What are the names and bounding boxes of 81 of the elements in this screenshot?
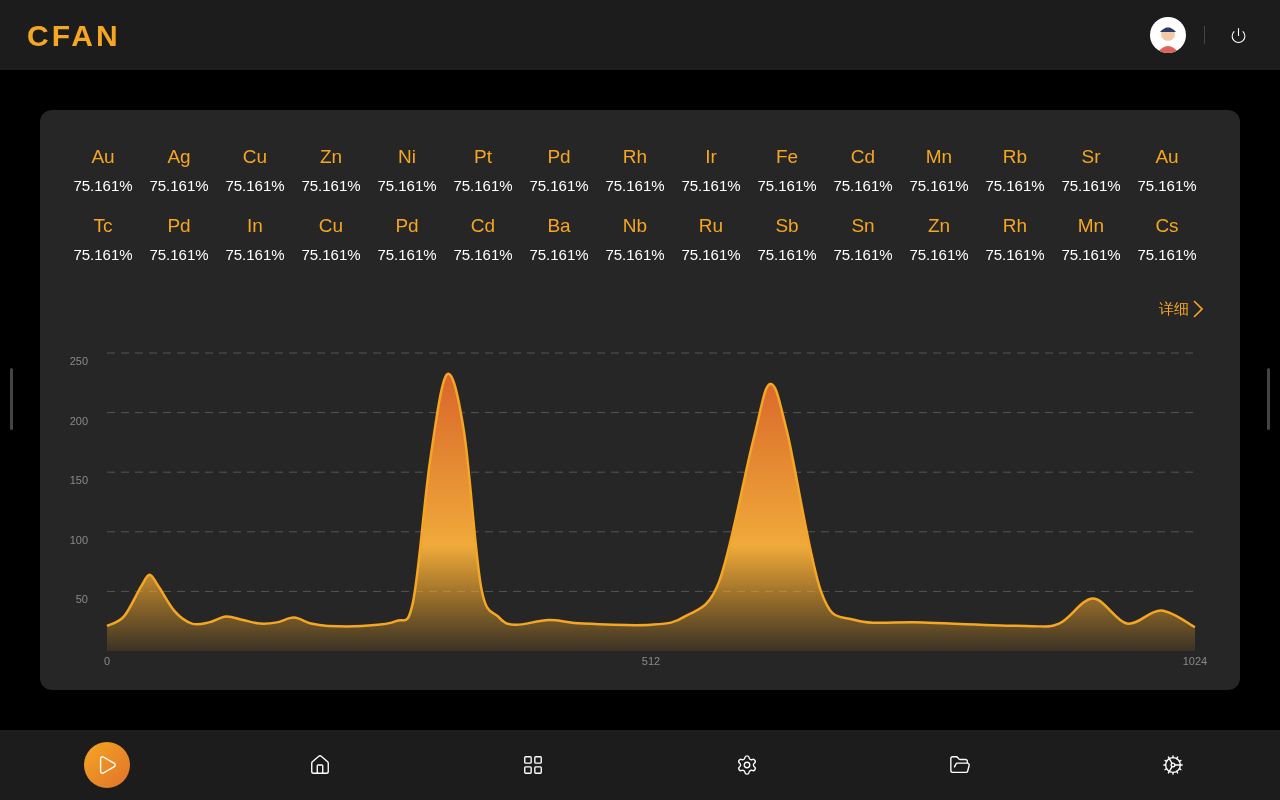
x-tick-label: 1024 [1182, 654, 1208, 667]
apps-icon [522, 754, 545, 776]
element-symbol: Cu [318, 215, 344, 237]
element-percentage: 75.161% [225, 177, 285, 195]
avatar[interactable] [1150, 17, 1186, 53]
x-tick-label: 0 [103, 654, 111, 667]
element-percentage: 75.161% [605, 246, 665, 264]
element-percentage: 75.161% [149, 177, 209, 195]
side-handle[interactable] [1267, 368, 1270, 430]
element-symbol: Zn [319, 146, 343, 168]
element-symbol: Au [91, 146, 115, 168]
element-symbol: Sb [775, 215, 799, 237]
chevron-icon [1193, 300, 1203, 319]
element-symbol: Rh [622, 146, 648, 168]
element-symbol: Ag [167, 146, 191, 168]
element-percentage: 75.161% [681, 177, 741, 195]
element-symbol: Mn [925, 146, 953, 168]
element-percentage: 75.161% [1061, 177, 1121, 195]
element-percentage: 75.161% [985, 246, 1045, 264]
element-percentage: 75.161% [681, 246, 741, 264]
element-percentage: 75.161% [1137, 246, 1197, 264]
gears-icon [1162, 754, 1185, 776]
element-percentage: 75.161% [909, 177, 969, 195]
y-tick-label: 150 [69, 473, 88, 486]
settings-icon [735, 754, 758, 776]
details-link[interactable]: 详细 [1159, 298, 1203, 321]
element-percentage: 75.161% [1137, 177, 1197, 195]
element-percentage: 75.161% [453, 246, 513, 264]
element-symbol: Cd [850, 146, 876, 168]
element-percentage: 75.161% [757, 246, 817, 264]
home-icon [309, 754, 331, 776]
element-symbol: Fe [775, 146, 799, 168]
element-percentage: 75.161% [529, 177, 589, 195]
y-tick-label: 250 [69, 354, 88, 367]
element-symbol: Sn [851, 215, 875, 237]
element-percentage: 75.161% [605, 177, 665, 195]
element-percentage: 75.161% [833, 246, 893, 264]
y-tick-label: 100 [69, 533, 88, 546]
element-percentage: 75.161% [757, 177, 817, 195]
element-percentage: 75.161% [909, 246, 969, 264]
element-percentage: 75.161% [377, 177, 437, 195]
element-symbol: Zn [927, 215, 951, 237]
element-symbol: Mn [1077, 215, 1105, 237]
element-percentage: 75.161% [73, 177, 133, 195]
element-percentage: 75.161% [529, 246, 589, 264]
element-percentage: 75.161% [149, 246, 209, 264]
x-tick-label: 512 [641, 654, 661, 667]
element-symbol: Cu [242, 146, 268, 168]
element-percentage: 75.161% [377, 246, 437, 264]
element-symbol: Cd [470, 215, 496, 237]
element-symbol: Rb [1002, 146, 1028, 168]
element-symbol: In [247, 215, 263, 237]
element-percentage: 75.161% [985, 177, 1045, 195]
element-symbol: Sr [1081, 146, 1101, 168]
folder-icon [949, 754, 971, 776]
logo: CFAN [27, 17, 121, 54]
element-symbol: Pd [167, 215, 191, 237]
y-tick-label: 50 [75, 592, 88, 605]
element-symbol: Pd [547, 146, 571, 168]
side-handle[interactable] [10, 368, 13, 430]
element-symbol: Ba [547, 215, 571, 237]
element-symbol: Nb [622, 215, 648, 237]
element-percentage: 75.161% [301, 246, 361, 264]
nav-button[interactable] [83, 742, 130, 788]
y-tick-label: 200 [69, 414, 88, 427]
element-percentage: 75.161% [833, 177, 893, 195]
element-symbol: Ni [398, 146, 416, 168]
element-symbol: Tc [93, 215, 113, 237]
element-symbol: Ru [698, 215, 724, 237]
element-percentage: 75.161% [301, 177, 361, 195]
element-symbol: Pt [474, 146, 492, 168]
element-symbol: Pd [395, 215, 419, 237]
element-symbol: Rh [1002, 215, 1028, 237]
element-symbol: Au [1155, 146, 1179, 168]
element-percentage: 75.161% [225, 246, 285, 264]
element-symbol: Cs [1155, 215, 1179, 237]
element-percentage: 75.161% [1061, 246, 1121, 264]
power-icon [1229, 26, 1247, 44]
element-percentage: 75.161% [453, 177, 513, 195]
element-percentage: 75.161% [73, 246, 133, 264]
element-symbol: Ir [705, 146, 717, 168]
